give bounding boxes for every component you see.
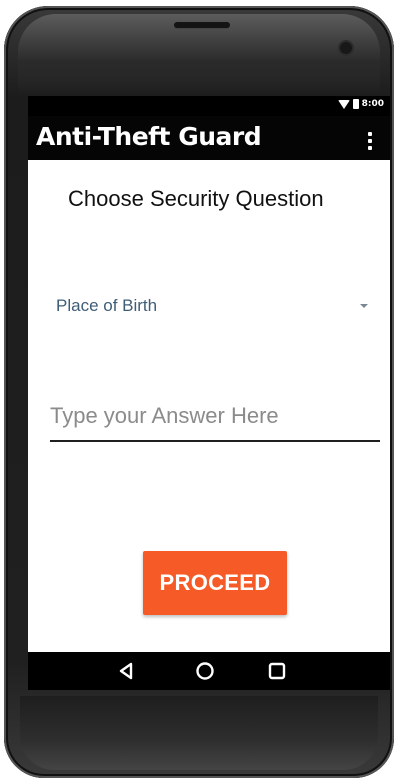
menu-dot [368, 146, 372, 150]
home-icon[interactable] [194, 660, 216, 682]
back-icon[interactable] [116, 660, 138, 682]
security-question-spinner[interactable]: Place of Birth [50, 286, 372, 326]
selected-question: Place of Birth [56, 296, 158, 315]
overflow-menu-icon[interactable] [368, 132, 372, 150]
proceed-button[interactable]: PROCEED [143, 551, 287, 615]
dropdown-arrow-icon [360, 304, 368, 308]
wifi-icon [337, 99, 350, 109]
phone-bottom-bezel [20, 696, 378, 770]
app-title: Anti-Theft Guard [36, 122, 262, 151]
battery-icon [352, 99, 359, 109]
menu-dot [368, 132, 372, 136]
navigation-bar [28, 652, 390, 690]
status-bar: 8:00 [28, 96, 390, 116]
page-heading: Choose Security Question [68, 186, 324, 211]
app-screen: 8:00 Anti-Theft Guard Choose Security Qu… [28, 96, 390, 690]
recents-icon[interactable] [266, 660, 288, 682]
status-time: 8:00 [361, 99, 384, 109]
status-icons: 8:00 [337, 99, 384, 109]
app-bar: Anti-Theft Guard [28, 116, 390, 160]
answer-input[interactable] [50, 396, 380, 442]
menu-dot [368, 139, 372, 143]
earpiece-speaker [174, 22, 230, 28]
front-camera [340, 42, 352, 54]
